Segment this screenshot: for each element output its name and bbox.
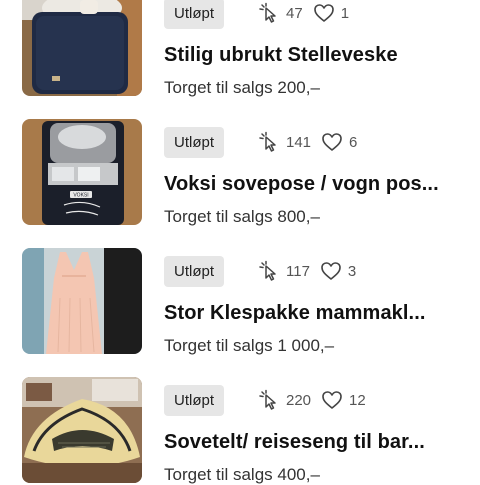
status-badge: Utløpt — [164, 127, 225, 158]
listing-row[interactable]: Utløpt 47 1 Stilig ubrukt Stelleveske To… — [0, 0, 480, 98]
click-count: 220 — [286, 391, 312, 409]
listing-stats: 117 3 — [258, 260, 366, 282]
listing-thumbnail[interactable] — [22, 0, 142, 96]
click-count: 47 — [286, 4, 303, 22]
listing-stats: 47 1 — [258, 2, 359, 24]
cursor-click-icon — [258, 2, 280, 24]
cursor-click-icon — [258, 260, 280, 282]
favorite-count: 3 — [347, 262, 357, 280]
listing-row[interactable]: VOKSI Utløpt 141 6 Voksi sovepose / vogn… — [0, 119, 480, 227]
listing-title[interactable]: Stilig ubrukt Stelleveske — [164, 44, 464, 67]
heart-outline-icon — [313, 2, 335, 24]
listing-price: Torget til salgs 400,– — [164, 465, 320, 484]
status-badge: Utløpt — [164, 385, 225, 416]
listing-thumbnail[interactable] — [22, 248, 142, 354]
favorite-count: 1 — [340, 4, 350, 22]
listing-stats: 141 6 — [258, 131, 367, 153]
listing-thumbnail[interactable]: VOKSI — [22, 119, 142, 225]
favorite-count: 6 — [349, 133, 358, 151]
listing-stats: 220 12 — [258, 389, 376, 411]
listing-thumbnail[interactable] — [22, 377, 142, 483]
listing-row[interactable]: Utløpt 220 12 Sovetelt/ reiseseng til ba… — [0, 377, 480, 485]
cursor-click-icon — [258, 389, 280, 411]
listing-price: Torget til salgs 800,– — [164, 207, 320, 226]
listing-title[interactable]: Sovetelt/ reiseseng til bar... — [164, 431, 464, 454]
status-badge: Utløpt — [164, 256, 225, 287]
listing-price: Torget til salgs 200,– — [164, 78, 320, 97]
voksi-logo-text: VOKSI — [73, 193, 88, 199]
listing-title[interactable]: Stor Klespakke mammakl... — [164, 302, 464, 325]
heart-outline-icon — [320, 260, 342, 282]
cursor-click-icon — [258, 131, 280, 153]
heart-outline-icon — [321, 389, 343, 411]
heart-outline-icon — [321, 131, 343, 153]
favorite-count: 12 — [349, 391, 366, 409]
listing-price: Torget til salgs 1 000,– — [164, 336, 335, 355]
click-count: 141 — [286, 133, 312, 151]
status-badge: Utløpt — [164, 0, 225, 29]
listing-title[interactable]: Voksi sovepose / vogn pos... — [164, 173, 464, 196]
listing-row[interactable]: Utløpt 117 3 Stor Klespakke mammakl... T… — [0, 248, 480, 356]
click-count: 117 — [286, 262, 310, 280]
